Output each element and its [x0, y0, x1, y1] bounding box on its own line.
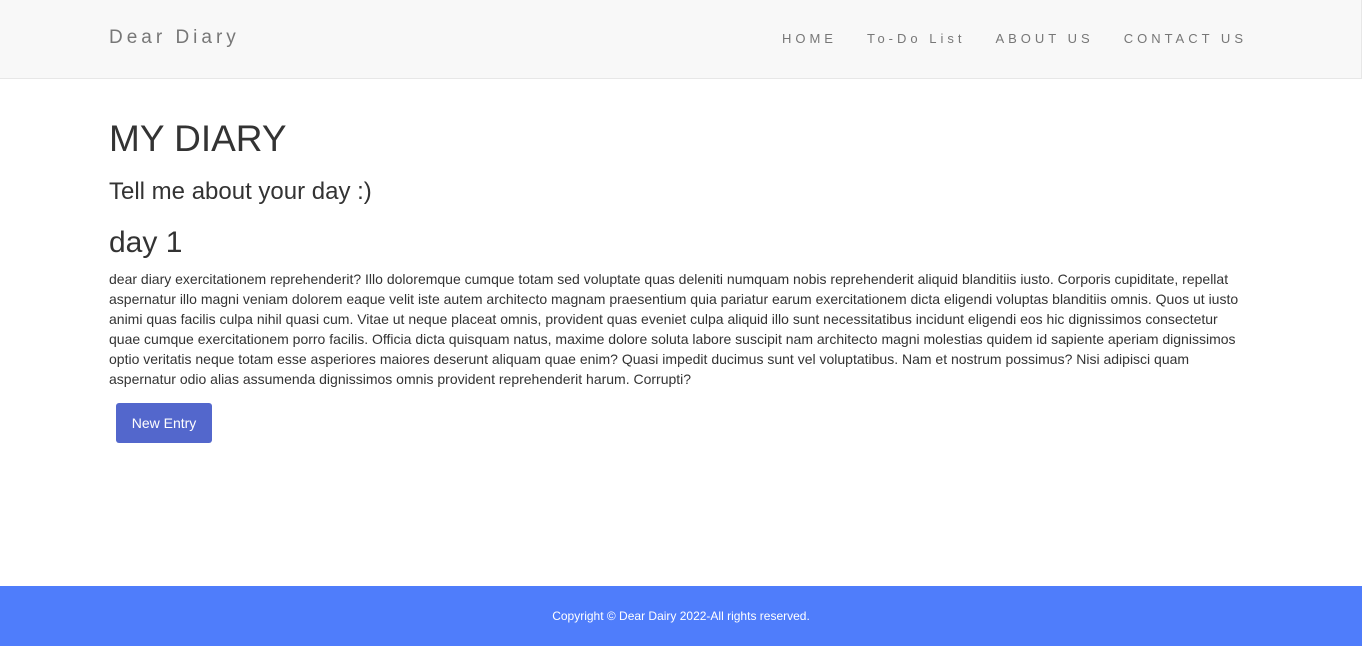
- entry-title: day 1: [109, 226, 183, 259]
- brand-link[interactable]: Dear Diary: [109, 27, 240, 49]
- nav-item-home: HOME: [752, 31, 837, 46]
- nav-link-contact-us[interactable]: CONTACT US: [1124, 31, 1247, 46]
- nav-item-about: ABOUT US: [965, 31, 1093, 46]
- nav-link-about-us[interactable]: ABOUT US: [995, 31, 1093, 46]
- page-title: MY DIARY: [109, 118, 287, 159]
- page-subtitle: Tell me about your day :): [109, 178, 372, 205]
- footer-copyright: Copyright © Dear Dairy 2022-All rights r…: [552, 609, 810, 623]
- nav-item-todo: To-Do List: [837, 31, 966, 46]
- entry-body: dear diary exercitationem reprehenderit?…: [109, 271, 1239, 387]
- nav-link-home[interactable]: HOME: [782, 31, 837, 46]
- nav-link-todo-list[interactable]: To-Do List: [867, 31, 966, 46]
- nav-links: HOME To-Do List ABOUT US CONTACT US: [752, 31, 1247, 46]
- nav-item-contact: CONTACT US: [1094, 31, 1247, 46]
- navbar: Dear Diary HOME To-Do List ABOUT US CONT…: [0, 0, 1362, 79]
- new-entry-button[interactable]: New Entry: [116, 403, 212, 443]
- footer: Copyright © Dear Dairy 2022-All rights r…: [0, 586, 1362, 646]
